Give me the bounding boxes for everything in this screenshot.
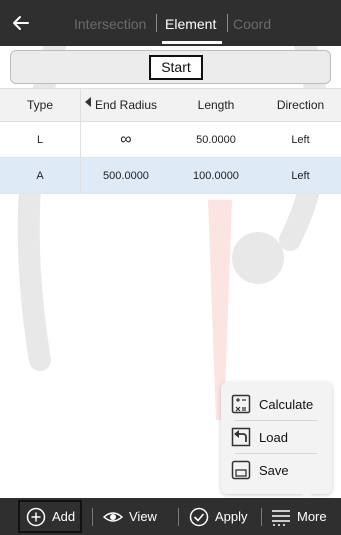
arrow-left-icon: [13, 16, 29, 30]
more-menu-icon: [272, 509, 290, 526]
column-header-type[interactable]: Type: [0, 89, 80, 121]
eye-icon: [103, 511, 123, 522]
menu-item-save[interactable]: Save: [231, 454, 326, 486]
tab-coord[interactable]: Coord: [233, 0, 271, 46]
active-tab-indicator: [162, 41, 222, 44]
bottom-toolbar: Add View Apply More: [0, 498, 341, 535]
column-header-end-radius[interactable]: End Radius: [80, 89, 172, 121]
tab-divider: [227, 14, 228, 32]
more-label: More: [297, 509, 327, 524]
check-circle-icon: [189, 507, 209, 526]
tab-divider: [156, 14, 157, 32]
table-row[interactable]: L ∞ 50.0000 Left: [0, 122, 341, 158]
add-label: Add: [52, 509, 76, 524]
table-header: Type End Radius Length Direction: [0, 88, 341, 122]
menu-item-calculate[interactable]: Calculate: [231, 388, 326, 420]
cell-direction: Left: [291, 169, 310, 182]
toolbar-divider: [178, 508, 179, 526]
more-popup-menu: Calculate Load Save: [221, 382, 332, 494]
cell-length: 50.0000: [196, 133, 236, 146]
top-tab-bar: Intersection Element Coord: [0, 0, 341, 46]
apply-label: Apply: [215, 509, 248, 524]
more-button[interactable]: More: [271, 498, 327, 535]
add-button[interactable]: Add: [18, 500, 82, 533]
collapse-arrow-icon[interactable]: [85, 97, 91, 107]
table-row-selected[interactable]: A 500.0000 100.0000 Left: [0, 158, 341, 194]
toolbar-divider: [92, 508, 93, 526]
menu-item-label: Load: [259, 429, 288, 445]
cell-end-radius: 500.0000: [103, 169, 149, 182]
column-header-length[interactable]: Length: [172, 89, 260, 121]
tab-element[interactable]: Element: [165, 0, 216, 46]
add-circle-icon: [26, 507, 46, 526]
menu-item-label: Save: [259, 462, 289, 478]
back-button[interactable]: [6, 8, 36, 38]
cell-type: L: [36, 133, 44, 146]
view-label: View: [129, 509, 157, 524]
cell-type: A: [36, 169, 44, 182]
start-label: Start: [149, 55, 203, 80]
column-divider: [80, 88, 81, 194]
start-button[interactable]: Start: [10, 50, 331, 84]
column-header-direction[interactable]: Direction: [260, 89, 341, 121]
cell-end-radius: ∞: [120, 130, 132, 148]
load-icon: [231, 427, 251, 447]
toolbar-divider: [261, 508, 262, 526]
calculator-icon: [231, 394, 251, 414]
apply-button[interactable]: Apply: [189, 498, 248, 535]
menu-item-load[interactable]: Load: [231, 421, 326, 453]
cell-length: 100.0000: [193, 169, 239, 182]
cell-direction: Left: [291, 133, 310, 146]
view-button[interactable]: View: [103, 498, 157, 535]
menu-item-label: Calculate: [259, 396, 314, 412]
tab-intersection[interactable]: Intersection: [74, 0, 146, 46]
save-icon: [231, 460, 251, 480]
